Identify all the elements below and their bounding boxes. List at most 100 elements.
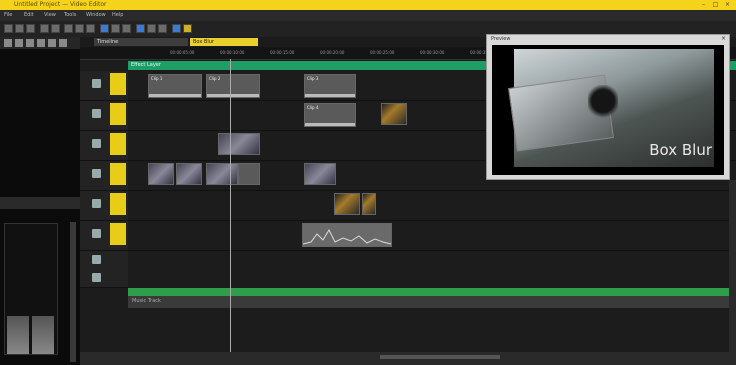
track-divider: [128, 250, 736, 251]
effect-layer-label: Effect Layer: [131, 62, 161, 68]
preview-title: Preview: [491, 36, 511, 42]
timeline-clip[interactable]: [304, 163, 336, 185]
ruler-tick: 00:00:05:00: [170, 50, 195, 55]
redo-icon[interactable]: [51, 24, 60, 33]
track-header[interactable]: [80, 251, 128, 270]
copy-icon[interactable]: [75, 24, 84, 33]
preview-subject: [588, 85, 618, 125]
ruler-tick: 00:00:20:00: [320, 50, 345, 55]
ruler-tick: 00:00:25:00: [370, 50, 395, 55]
ruler-tick: 00:00:15:00: [270, 50, 295, 55]
snap-icon[interactable]: [136, 24, 145, 33]
track-divider: [128, 190, 736, 191]
timeline-clip[interactable]: [334, 193, 360, 215]
panel-divider[interactable]: [0, 197, 80, 209]
meter-right: [32, 316, 54, 354]
preview-window[interactable]: Preview × Box Blur: [486, 34, 730, 180]
new-icon[interactable]: [4, 24, 13, 33]
ruler-tick: 00:00:10:00: [220, 50, 245, 55]
render-icon[interactable]: [172, 24, 181, 33]
audio-meter: [4, 223, 58, 355]
menu-window[interactable]: Window: [86, 12, 106, 18]
open-icon[interactable]: [15, 24, 24, 33]
playhead[interactable]: [230, 59, 231, 357]
video-track-icon: [92, 139, 101, 148]
media-icon[interactable]: [4, 39, 12, 47]
audio-track-icon: [92, 273, 101, 282]
audio-track-icon: [92, 229, 101, 238]
list-view-icon[interactable]: [26, 39, 34, 47]
music-track[interactable]: Music Track: [128, 296, 736, 308]
clip-bar: [305, 123, 355, 126]
track-color-tag: [110, 103, 126, 125]
cut-icon[interactable]: [64, 24, 73, 33]
clip-bar: [207, 94, 259, 97]
music-track-label: Music Track: [132, 298, 161, 304]
timeline-clip[interactable]: Clip 2: [206, 74, 260, 98]
timeline-scrollbar[interactable]: [380, 355, 500, 359]
status-bar: [80, 352, 736, 365]
clip-label: Clip 3: [307, 76, 319, 81]
timeline-clip[interactable]: [176, 163, 202, 185]
track-header[interactable]: [80, 221, 128, 251]
trim-tool-icon[interactable]: [111, 24, 120, 33]
zoom-in-icon[interactable]: [147, 24, 156, 33]
timeline-clip[interactable]: [362, 193, 376, 215]
tab-box-blur[interactable]: Box Blur: [190, 38, 258, 46]
save-icon[interactable]: [26, 24, 35, 33]
preview-close-icon[interactable]: ×: [721, 35, 726, 42]
panel-scrollbar[interactable]: [70, 222, 76, 362]
timeline-clip[interactable]: [381, 103, 407, 125]
split-tool-icon[interactable]: [122, 24, 131, 33]
close-button[interactable]: ×: [724, 1, 731, 8]
export-icon[interactable]: [183, 24, 192, 33]
track-header[interactable]: [80, 131, 128, 161]
track-color-tag: [110, 163, 126, 185]
audio-clip[interactable]: [302, 223, 392, 247]
video-track-icon: [92, 79, 101, 88]
right-panel-edge: [729, 180, 736, 352]
clip-label: Clip 4: [307, 105, 319, 110]
menu-edit[interactable]: Edit: [24, 12, 34, 18]
menu-help[interactable]: Help: [112, 12, 123, 18]
track-header[interactable]: [80, 191, 128, 221]
clip-bar: [149, 94, 201, 97]
undo-icon[interactable]: [40, 24, 49, 33]
track-color-tag: [110, 73, 126, 95]
timeline-clip[interactable]: [206, 163, 238, 185]
title-bar: Untitled Project — Video Editor – □ ×: [0, 0, 736, 10]
paste-icon[interactable]: [86, 24, 95, 33]
track-header[interactable]: [80, 71, 128, 101]
menu-view[interactable]: View: [44, 12, 56, 18]
import-icon[interactable]: [48, 39, 56, 47]
music-track-bar[interactable]: [128, 288, 736, 296]
timeline-clip[interactable]: [148, 163, 174, 185]
ruler-tick: 00:00:30:00: [420, 50, 445, 55]
media-panel: [0, 37, 80, 365]
maximize-button[interactable]: □: [712, 1, 719, 8]
track-divider: [128, 220, 736, 221]
folder-icon[interactable]: [15, 39, 23, 47]
track-header[interactable]: [80, 161, 128, 191]
clip-bar: [305, 94, 355, 97]
timeline-clip[interactable]: [218, 133, 260, 155]
track-header[interactable]: [80, 269, 128, 288]
track-header[interactable]: [80, 101, 128, 131]
tab-timeline[interactable]: Timeline: [94, 38, 188, 46]
grid-view-icon[interactable]: [37, 39, 45, 47]
timeline-clip[interactable]: Clip 4: [304, 103, 356, 127]
window-title: Untitled Project — Video Editor: [14, 1, 107, 8]
zoom-out-icon[interactable]: [158, 24, 167, 33]
delete-icon[interactable]: [59, 39, 67, 47]
minimize-button[interactable]: –: [700, 1, 707, 8]
timeline-clip[interactable]: [238, 163, 260, 185]
timeline-clip[interactable]: Clip 1: [148, 74, 202, 98]
video-track-icon: [92, 109, 101, 118]
clip-label: Clip 2: [209, 76, 221, 81]
select-tool-icon[interactable]: [100, 24, 109, 33]
menu-tools[interactable]: Tools: [64, 12, 76, 18]
preview-canvas: Box Blur: [492, 45, 724, 175]
video-track-icon: [92, 169, 101, 178]
timeline-clip[interactable]: Clip 3: [304, 74, 356, 98]
menu-file[interactable]: File: [4, 12, 12, 18]
